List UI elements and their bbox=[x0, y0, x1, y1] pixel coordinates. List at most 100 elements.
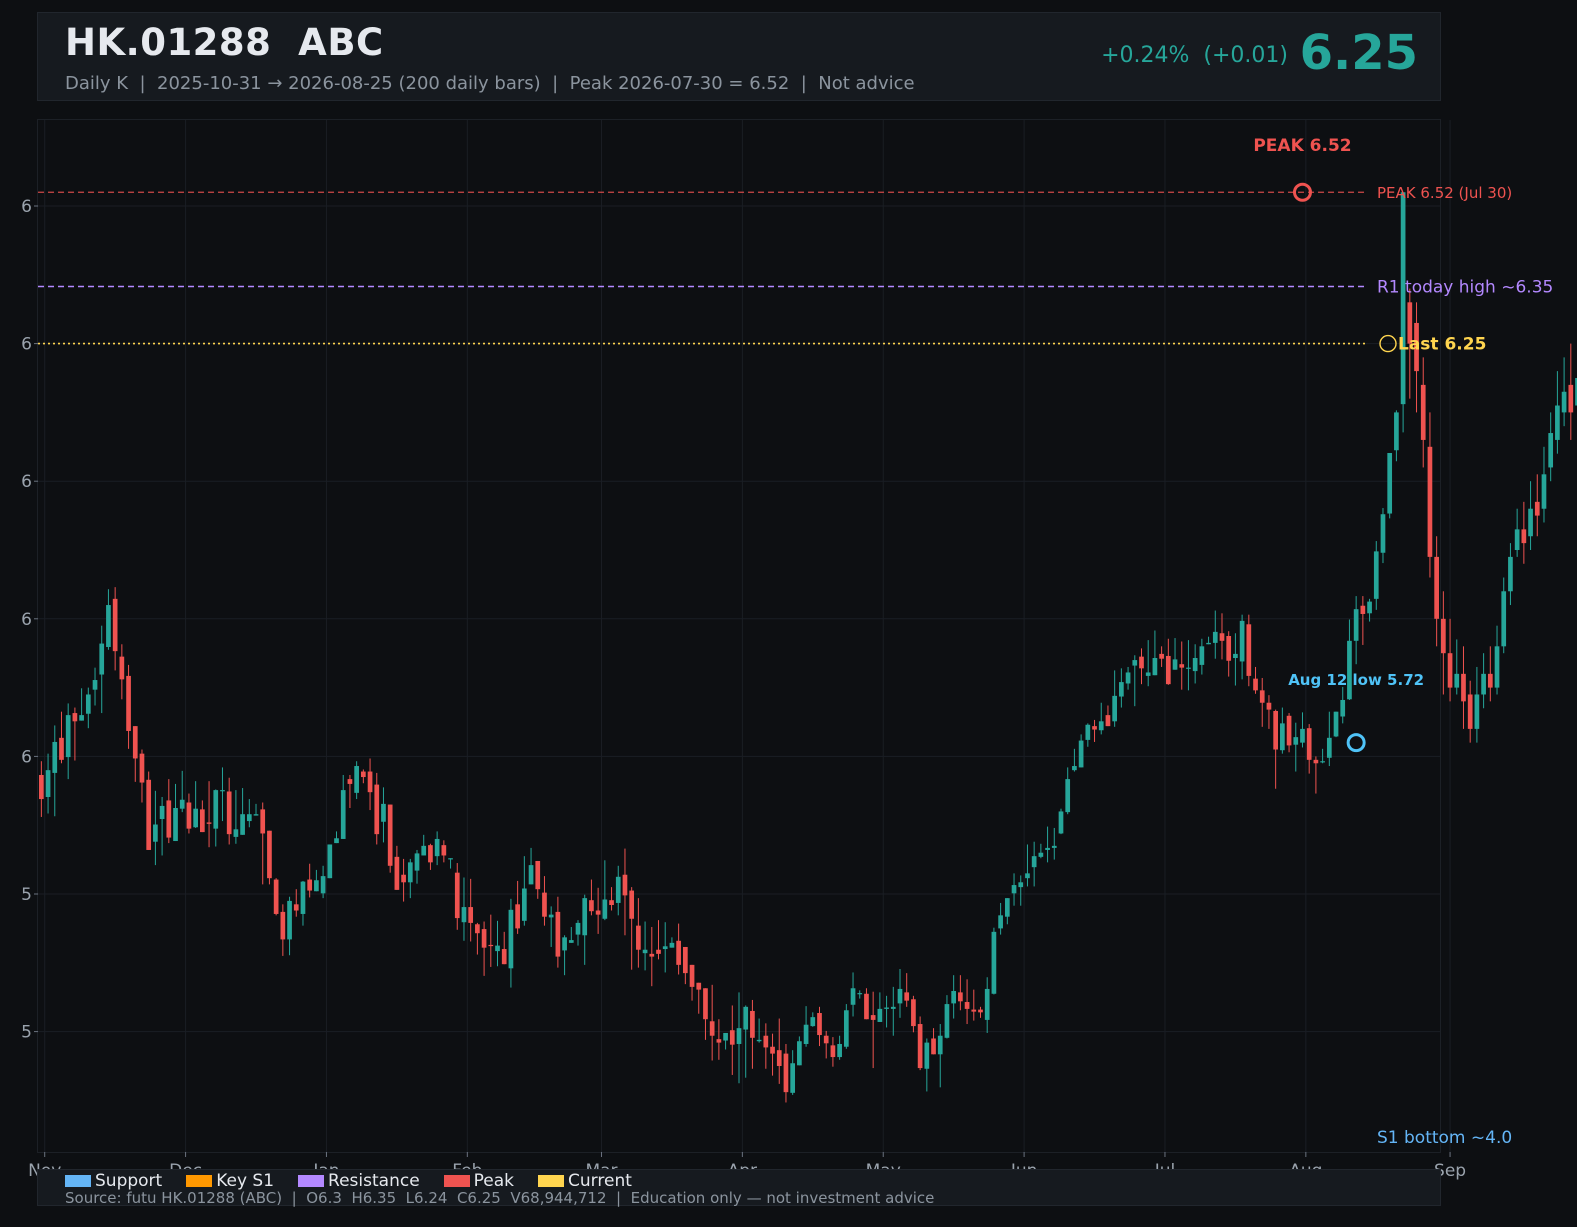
candle-body bbox=[1534, 501, 1540, 516]
legend-swatch bbox=[298, 1175, 325, 1187]
legend-label: Peak bbox=[473, 1171, 515, 1191]
candle-body bbox=[763, 1035, 769, 1048]
candle-body bbox=[45, 770, 51, 797]
candle-body bbox=[797, 1041, 802, 1066]
candle-body bbox=[1219, 633, 1225, 641]
candle-body bbox=[1018, 882, 1024, 888]
candle-body bbox=[1239, 620, 1245, 662]
candle-body bbox=[394, 856, 400, 890]
candle-body bbox=[1555, 405, 1560, 440]
candle-body bbox=[200, 809, 205, 833]
candle-body bbox=[656, 949, 661, 954]
candle-body bbox=[1508, 556, 1513, 592]
candle-body bbox=[85, 694, 91, 714]
candle-body bbox=[226, 791, 232, 835]
legend-swatch bbox=[538, 1175, 565, 1187]
candle-body bbox=[1434, 556, 1439, 619]
candle-body bbox=[770, 1046, 775, 1054]
candle-body bbox=[1427, 446, 1433, 557]
legend-item: Support bbox=[65, 1171, 162, 1191]
candle-body bbox=[414, 853, 420, 871]
candle-body bbox=[595, 910, 601, 915]
candle-body bbox=[454, 872, 460, 919]
candle-body bbox=[696, 982, 702, 990]
candle-body bbox=[139, 753, 145, 783]
candle-body bbox=[106, 605, 111, 648]
candle-body bbox=[736, 1028, 742, 1044]
candle-body bbox=[1461, 673, 1466, 702]
candle-body bbox=[682, 946, 688, 974]
candle-body bbox=[186, 802, 192, 829]
candle-body bbox=[743, 1006, 749, 1030]
candle-body bbox=[1387, 452, 1393, 514]
candle-body bbox=[72, 713, 78, 722]
candle-body bbox=[1025, 873, 1030, 879]
candle-body bbox=[716, 1039, 722, 1043]
candle-body bbox=[1045, 847, 1050, 850]
candle-body bbox=[173, 808, 178, 842]
candle-body bbox=[1065, 779, 1071, 813]
candle-body bbox=[1206, 642, 1211, 645]
candle-body bbox=[951, 991, 957, 1004]
candle-body bbox=[360, 771, 366, 778]
candle-body bbox=[1454, 673, 1460, 688]
candle-body bbox=[837, 1043, 842, 1058]
candle-body bbox=[548, 914, 554, 918]
candle-body bbox=[1172, 659, 1178, 670]
candle-body bbox=[629, 890, 635, 919]
candle-body bbox=[1340, 699, 1346, 717]
candle-body bbox=[609, 900, 614, 906]
candle-body bbox=[1226, 636, 1232, 661]
candle-body bbox=[1373, 551, 1379, 599]
candle-body bbox=[790, 1063, 796, 1093]
candle-body bbox=[354, 766, 359, 793]
candle-body bbox=[515, 904, 520, 929]
candle-body bbox=[1447, 653, 1453, 688]
candle-body bbox=[501, 949, 507, 965]
legend-label: Key S1 bbox=[216, 1171, 275, 1191]
candlestick-chart: 6666655NovDecJanFebMarAprMayJunJulAugSep… bbox=[21, 120, 1577, 1181]
candle-body bbox=[126, 675, 131, 731]
candle-body bbox=[1253, 678, 1258, 691]
candle-body bbox=[964, 1002, 970, 1009]
candle-body bbox=[1038, 852, 1044, 857]
candle-body bbox=[1306, 728, 1312, 760]
candle-body bbox=[374, 784, 380, 835]
candle-body bbox=[220, 790, 225, 792]
candle-body bbox=[381, 803, 386, 822]
candle-body bbox=[810, 1017, 816, 1027]
resistance-line-label: R1 today high ~6.35 bbox=[1377, 277, 1553, 297]
candle-body bbox=[79, 715, 84, 721]
candle-body bbox=[897, 988, 903, 1004]
candle-body bbox=[448, 858, 453, 860]
candle-body bbox=[132, 726, 138, 759]
candle-body bbox=[387, 804, 393, 866]
candle-body bbox=[407, 862, 413, 883]
candle-body bbox=[1152, 658, 1158, 676]
candle-body bbox=[703, 988, 708, 1020]
candle-body bbox=[1353, 609, 1359, 641]
candle-body bbox=[1333, 711, 1339, 737]
candle-body bbox=[937, 1035, 943, 1055]
chart-footer: Support Key S1 Resistance Peak Current Sourc… bbox=[37, 1169, 1441, 1207]
candle-body bbox=[340, 790, 346, 839]
legend-item: Key S1 bbox=[186, 1171, 274, 1191]
candle-body bbox=[1011, 885, 1017, 894]
candle-body bbox=[1487, 673, 1493, 688]
candle-body bbox=[649, 953, 655, 957]
legend-label: Resistance bbox=[328, 1171, 420, 1191]
candle-body bbox=[1293, 737, 1299, 745]
legend-label: Current bbox=[568, 1171, 632, 1191]
candle-body bbox=[991, 931, 997, 994]
candle-body bbox=[347, 779, 353, 784]
candle-body bbox=[166, 800, 172, 838]
candle-body bbox=[1320, 761, 1325, 763]
candle-body bbox=[1072, 766, 1077, 771]
candle-body bbox=[676, 940, 681, 965]
candle-body bbox=[958, 992, 963, 1002]
candle-body bbox=[52, 741, 58, 773]
candle-body bbox=[911, 999, 916, 1027]
candle-body bbox=[917, 1024, 923, 1069]
candle-body bbox=[92, 680, 98, 690]
legend-label: Support bbox=[95, 1171, 163, 1191]
